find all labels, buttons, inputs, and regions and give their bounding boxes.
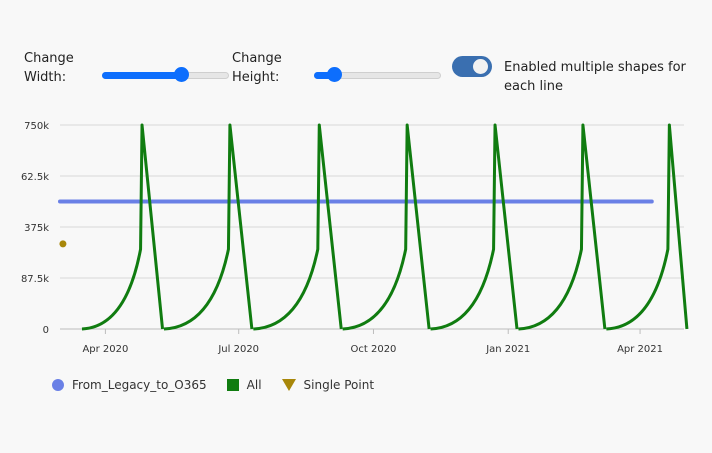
x-tick-label: Oct 2020 (351, 344, 397, 355)
legend-item-all[interactable]: All (226, 378, 262, 392)
x-tick-label: Apr 2021 (617, 344, 663, 355)
y-tick-label: 62.5k (21, 172, 49, 183)
y-tick-label: 750k (24, 121, 49, 132)
x-tick-label: Jul 2020 (217, 344, 259, 355)
legend-label: All (246, 378, 262, 392)
legend-item-single-point[interactable]: Single Point (281, 378, 375, 392)
legend-label: From_Legacy_to_O365 (72, 378, 207, 392)
x-tick-label: Apr 2020 (82, 344, 128, 355)
square-marker-icon (226, 379, 239, 391)
circle-marker-icon (52, 379, 64, 391)
y-tick-label: 87.5k (21, 274, 49, 285)
chart-legend: From_Legacy_to_O365 All Single Point (52, 378, 394, 392)
x-tick-label: Jan 2021 (485, 344, 530, 355)
legend-label: Single Point (303, 378, 375, 392)
y-tick-label: 375k (24, 223, 49, 234)
legend-item-from-legacy[interactable]: From_Legacy_to_O365 (52, 378, 207, 392)
triangle-marker-icon (281, 379, 296, 391)
single-point-marker (59, 240, 67, 248)
y-tick-label: 0 (43, 325, 49, 336)
